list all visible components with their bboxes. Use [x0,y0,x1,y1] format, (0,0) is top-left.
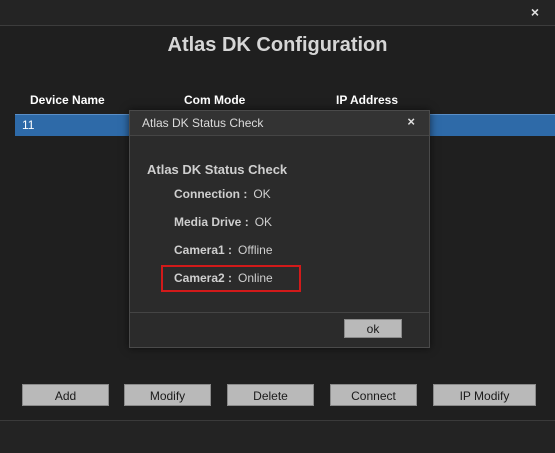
divider [130,312,429,313]
status-row-connection: Connection : OK [174,187,271,201]
status-bar [0,420,555,453]
close-icon[interactable]: × [527,4,543,20]
dialog-heading: Atlas DK Status Check [147,162,288,177]
dialog-titlebar[interactable]: Atlas DK Status Check × [130,111,429,136]
window-titlebar: × [0,0,555,26]
status-value: Offline [238,243,273,257]
dialog-close-icon[interactable]: × [407,114,415,129]
ip-modify-button[interactable]: IP Modify [433,384,536,406]
highlight-box [161,265,301,292]
column-header-device-name[interactable]: Device Name [30,93,105,107]
status-value: OK [254,215,273,229]
status-value: OK [253,187,271,201]
status-label: Media Drive : [174,215,249,229]
connect-button[interactable]: Connect [330,384,417,406]
status-label: Camera1 : [174,243,233,257]
delete-button[interactable]: Delete [227,384,314,406]
status-row-camera1: Camera1 : Offline [174,243,273,257]
column-header-com-mode[interactable]: Com Mode [184,93,245,107]
modify-button[interactable]: Modify [124,384,211,406]
dialog-title: Atlas DK Status Check [142,116,264,130]
add-button[interactable]: Add [22,384,109,406]
device-name-cell: 11 [22,118,35,132]
status-label: Connection : [174,187,248,201]
column-header-ip-address[interactable]: IP Address [336,93,398,107]
status-check-dialog: Atlas DK Status Check × Atlas DK Status … [129,110,430,348]
page-title: Atlas DK Configuration [167,34,388,56]
status-row-media-drive: Media Drive : OK [174,215,272,229]
ok-button[interactable]: ok [344,319,402,338]
